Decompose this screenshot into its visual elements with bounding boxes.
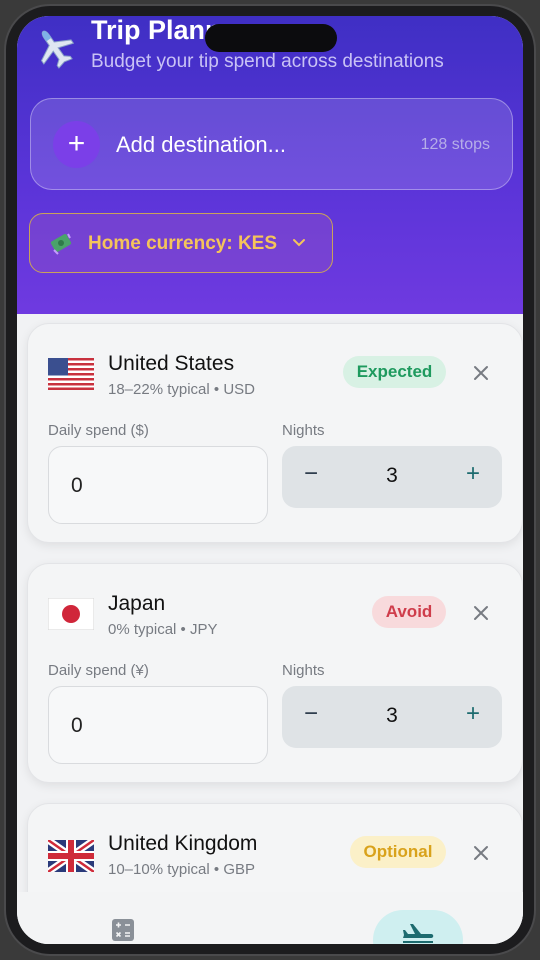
stops-count: 128 stops [420, 136, 490, 153]
japan-flag-icon [48, 598, 94, 630]
us-flag-icon [48, 358, 94, 390]
daily-spend-label: Daily spend ($) [48, 422, 149, 439]
destination-card: Japan 0% typical • JPY Avoid Daily spend… [27, 563, 523, 783]
country-meta: 10–10% typical • GBP [108, 861, 255, 878]
airplane-icon [403, 924, 434, 943]
nights-label: Nights [282, 662, 325, 679]
add-destination-button[interactable]: + Add destination... 128 stops [30, 98, 513, 190]
close-icon[interactable] [472, 844, 490, 862]
bottom-nav [17, 892, 523, 944]
destination-card: United States 18–22% typical • USD Expec… [27, 323, 523, 543]
daily-spend-input[interactable]: 0 [48, 446, 268, 524]
daily-spend-value: 0 [71, 714, 83, 737]
country-name: United Kingdom [108, 832, 258, 855]
home-currency-select[interactable]: Home currency: KES [29, 213, 333, 273]
money-icon [50, 233, 72, 255]
airplane-icon [40, 30, 75, 69]
country-name: United States [108, 352, 235, 375]
status-badge: Avoid [372, 596, 446, 628]
header: Trip Planner Budget your tip spend acros… [17, 16, 523, 314]
nights-stepper: − 3 + [282, 686, 502, 748]
daily-spend-value: 0 [71, 474, 83, 497]
increment-button[interactable]: + [466, 460, 480, 488]
increment-button[interactable]: + [466, 700, 480, 728]
chevron-down-icon [293, 239, 305, 247]
daily-spend-label: Daily spend (¥) [48, 662, 149, 679]
status-badge: Expected [343, 356, 446, 388]
country-meta: 0% typical • JPY [108, 621, 218, 638]
daily-spend-input[interactable]: 0 [48, 686, 268, 764]
calculator-icon[interactable] [111, 918, 135, 942]
home-currency-label: Home currency: KES [88, 233, 278, 254]
add-destination-label: Add destination... [116, 132, 287, 157]
close-icon[interactable] [472, 604, 490, 622]
country-name: Japan [108, 592, 166, 615]
app-screen: Trip Planner Budget your tip spend acros… [17, 16, 523, 944]
nights-stepper: − 3 + [282, 446, 502, 508]
page-subtitle: Budget your tip spend across destination… [91, 51, 444, 72]
trips-tab[interactable] [373, 910, 463, 944]
uk-flag-icon [48, 840, 94, 872]
status-badge: Optional [350, 836, 446, 868]
country-meta: 18–22% typical • USD [108, 381, 255, 398]
camera-notch [205, 24, 337, 52]
nights-label: Nights [282, 422, 325, 439]
plus-icon: + [53, 121, 100, 168]
close-icon[interactable] [472, 364, 490, 382]
